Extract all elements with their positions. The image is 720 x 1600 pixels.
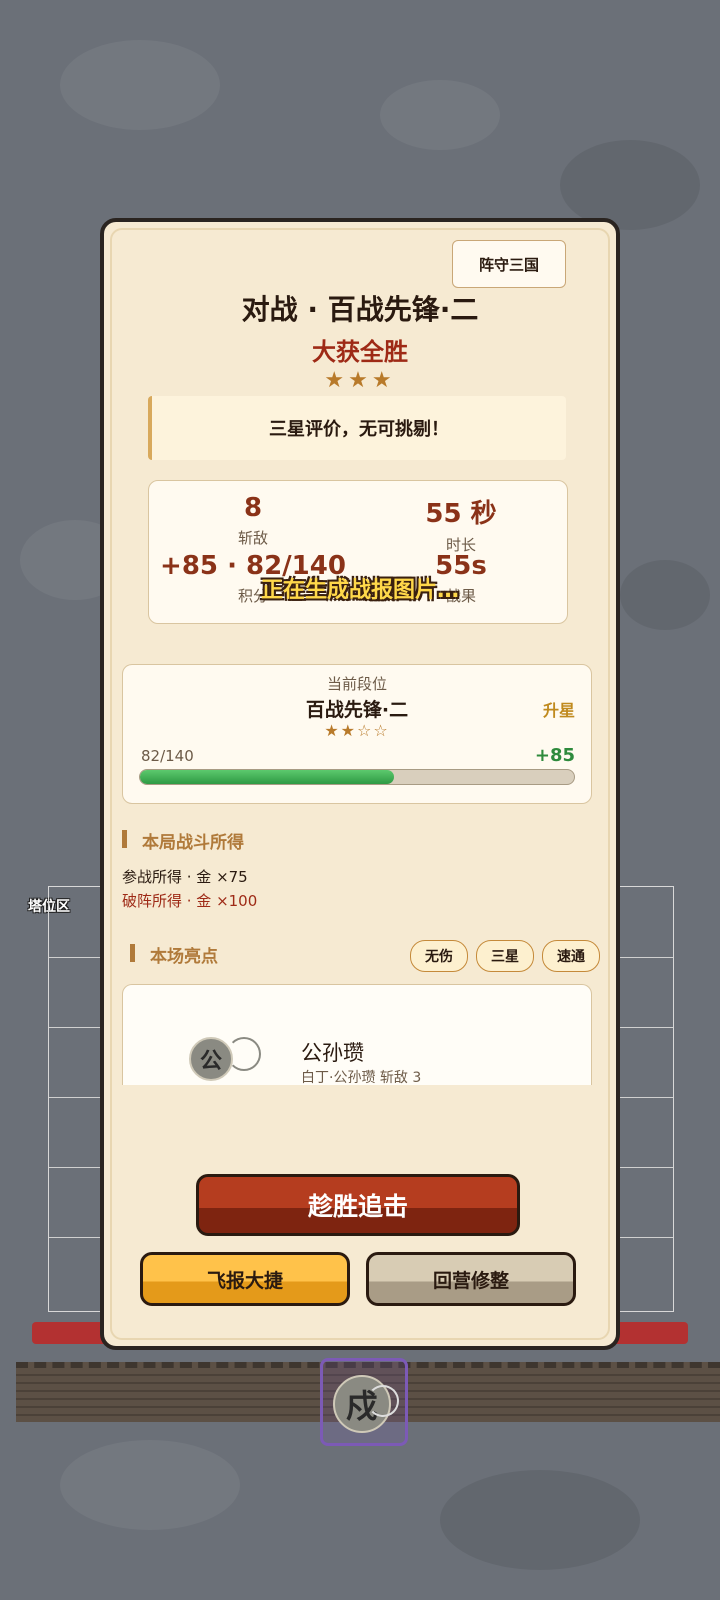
- reward-breakthrough: 破阵所得 · 金 ×100: [122, 892, 258, 910]
- rank-progress-text: 82/140: [141, 747, 194, 765]
- hero-highlight-card[interactable]: 公 公孙瓒 白丁·公孙瓒 斩敌 3: [122, 984, 592, 1085]
- return-camp-button[interactable]: 回营修整: [366, 1252, 576, 1306]
- battle-result-panel: 阵守三国 对战 · 百战先锋·二 大获全胜 ★★★ 三星评价，无可挑剔！ 8 斩…: [100, 218, 620, 1350]
- bow-icon: [367, 1385, 399, 1417]
- reward-participation: 参战所得 · 金 ×75: [122, 868, 248, 886]
- rank-progress-bar: [139, 769, 575, 785]
- tag-speed-clear: 速通: [542, 940, 600, 972]
- result-stars: ★★★: [324, 368, 396, 393]
- game-name-badge: 阵守三国: [452, 240, 566, 288]
- stat-kills: 8 斩敌: [237, 493, 268, 547]
- highlight-tags: 无伤 三星 速通: [410, 940, 600, 972]
- rank-progress-fill: [140, 770, 395, 784]
- tag-no-damage: 无伤: [410, 940, 468, 972]
- hero-avatar: 公: [189, 1037, 233, 1081]
- battle-title: 对战 · 百战先锋·二: [241, 293, 479, 326]
- rank-upgrade-label: 升星: [542, 701, 575, 720]
- generating-report-overlay: 正在生成战报图片…: [260, 578, 459, 603]
- share-victory-button[interactable]: 飞报大捷: [140, 1252, 350, 1306]
- rank-name: 百战先锋·二: [305, 699, 409, 721]
- hero-name: 公孙瓒: [301, 1041, 364, 1065]
- evaluation-comment: 三星评价，无可挑剔！: [148, 396, 566, 460]
- bow-icon: [227, 1037, 261, 1071]
- rank-card: 当前段位 百战先锋·二 ★★☆☆ 升星 82/140 +85: [122, 664, 592, 804]
- defender-unit[interactable]: 戍: [320, 1358, 408, 1446]
- rank-caption: 当前段位: [326, 675, 387, 693]
- continue-attack-button[interactable]: 趁胜追击: [196, 1174, 520, 1236]
- rank-gain: +85: [534, 745, 575, 766]
- tag-three-star: 三星: [476, 940, 534, 972]
- stat-duration: 55 秒 时长: [425, 499, 497, 554]
- rank-stars: ★★☆☆: [324, 721, 390, 740]
- hero-kill-info: 白丁·公孙瓒 斩敌 3: [301, 1070, 422, 1085]
- highlights-title: 本场亮点: [130, 942, 218, 967]
- rewards-title: 本局战斗所得: [122, 828, 244, 853]
- battle-result: 大获全胜: [312, 338, 408, 366]
